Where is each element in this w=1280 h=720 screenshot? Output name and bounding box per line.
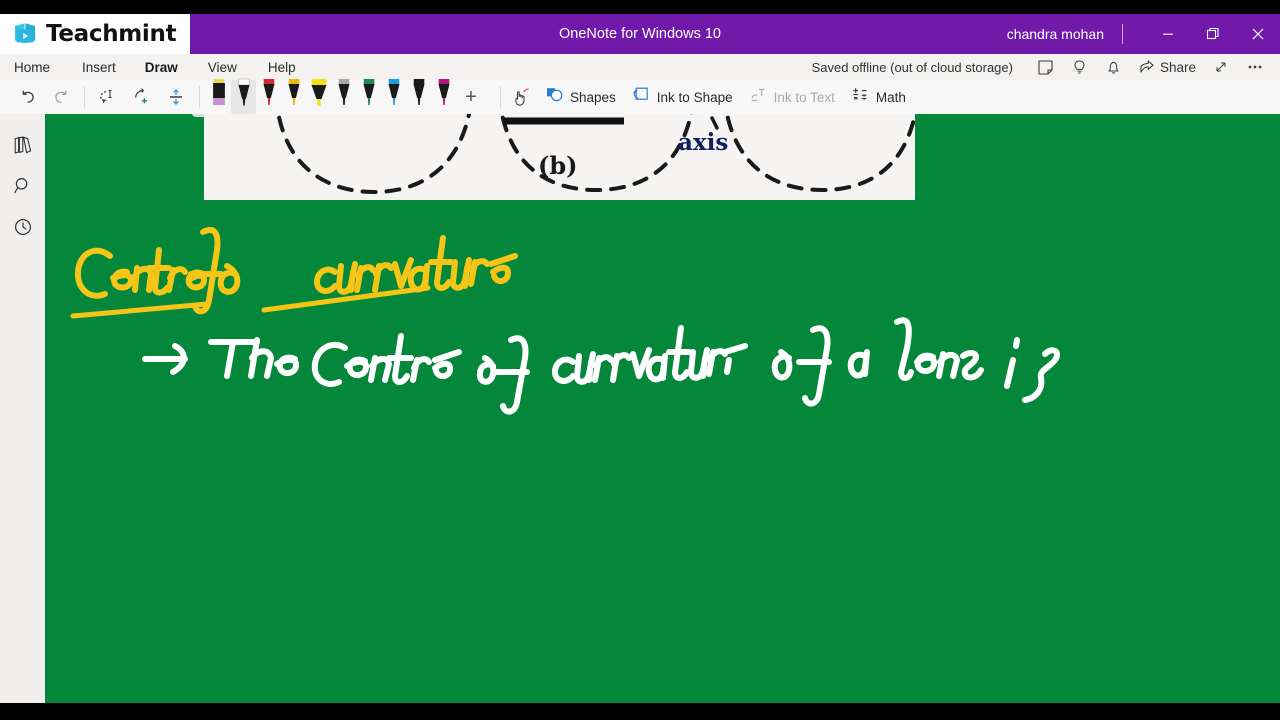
note-canvas[interactable]: axis (b) [45,114,1280,703]
toolbar-divider-3 [500,86,501,108]
pen-yellow[interactable] [281,77,306,115]
title-bar-right: chandra mohan [1007,14,1280,54]
toolbar-divider-2 [199,86,200,108]
left-navigation-rail [0,114,45,703]
pen-cyan[interactable] [381,77,406,115]
ink-to-shape-icon [632,85,651,109]
pen-glyph-magenta [433,77,454,115]
pen-green[interactable] [356,77,381,115]
share-icon [1140,60,1154,73]
window-title: OneNote for Windows 10 [559,26,721,42]
ink-heading-centre-of-curvature [75,227,518,315]
bottom-letterbox [0,703,1280,720]
redo-icon[interactable] [44,80,78,114]
account-name[interactable]: chandra mohan [1007,26,1104,42]
pen-magenta[interactable] [431,77,456,115]
pen-glyph-yellow [283,77,304,115]
expand-arrow-icon[interactable] [1204,54,1238,80]
ink-thickness-icon[interactable] [159,80,193,114]
pen-tray [206,77,456,121]
tab-draw[interactable]: Draw [145,54,178,80]
ink-body-line-1 [142,317,1061,415]
lasso-select-icon[interactable] [91,80,125,114]
pen-black-selected[interactable] [231,78,256,121]
share-button[interactable]: Share [1131,54,1204,80]
undo-icon[interactable] [10,80,44,114]
math-label: Math [875,89,906,105]
search-icon[interactable] [0,165,45,206]
lightbulb-icon[interactable] [1063,54,1097,80]
eraser-glyph [208,77,229,115]
title-bar: Teachmint OneNote for Windows 10 chandra… [0,14,1280,54]
pen-glyph-silver [333,77,354,115]
highlighter-yellow[interactable] [306,77,331,115]
brand-name: Teachmint [46,21,177,47]
share-label: Share [1159,59,1196,75]
tab-home[interactable]: Home [14,54,50,80]
status-area: Saved offline (out of cloud storage) Sha… [812,54,1272,80]
pen-black-2[interactable] [406,77,431,115]
teachmint-branding: Teachmint [0,14,190,54]
title-divider [1122,24,1123,44]
touch-draw-icon[interactable] [507,80,537,114]
pen-glyph-black-2 [408,77,429,115]
ribbon-tabs: Home Insert Draw View Help Saved offline… [0,54,1280,80]
ink-to-text-button[interactable]: Ink to Text [741,80,843,114]
highlighter-glyph-yellow [307,77,330,115]
pen-glyph-red [258,77,279,115]
pen-eraser[interactable] [206,77,231,115]
ink-to-shape-label: Ink to Shape [656,89,733,105]
pen-glyph-cyan [383,77,404,115]
shapes-icon [545,85,564,109]
sticky-note-icon[interactable] [1029,54,1063,80]
pen-red[interactable] [256,77,281,115]
onenote-window: Teachmint OneNote for Windows 10 chandra… [0,0,1280,720]
bell-icon[interactable] [1097,54,1131,80]
shapes-button[interactable]: Shapes [537,80,624,114]
close-button[interactable] [1235,14,1280,54]
draw-toolbar: + Shapes Ink to Shape Ink to Text Math [0,77,1280,121]
ink-to-shape-button[interactable]: Ink to Shape [624,80,741,114]
book-play-icon [12,21,38,47]
chevron-down-icon[interactable] [239,108,248,121]
recent-clock-icon[interactable] [0,206,45,247]
eraser-add-icon[interactable] [125,80,159,114]
tab-insert[interactable]: Insert [82,54,116,80]
math-button[interactable]: Math [843,80,914,114]
restore-button[interactable] [1190,14,1235,54]
top-letterbox [0,0,1280,14]
ellipsis-icon[interactable] [1238,54,1272,80]
add-pen-button[interactable]: + [456,80,486,114]
shapes-label: Shapes [570,89,616,105]
notebooks-icon[interactable] [0,124,45,165]
minimize-button[interactable] [1145,14,1190,54]
ink-to-text-label: Ink to Text [773,89,835,105]
toolbar-divider-1 [84,86,85,108]
math-icon [851,85,870,109]
save-status-text: Saved offline (out of cloud storage) [811,59,1013,75]
pen-silver[interactable] [331,77,356,115]
ink-to-text-icon [749,85,768,109]
pen-glyph-green [358,77,379,115]
ink-strokes-layer [45,114,1280,703]
